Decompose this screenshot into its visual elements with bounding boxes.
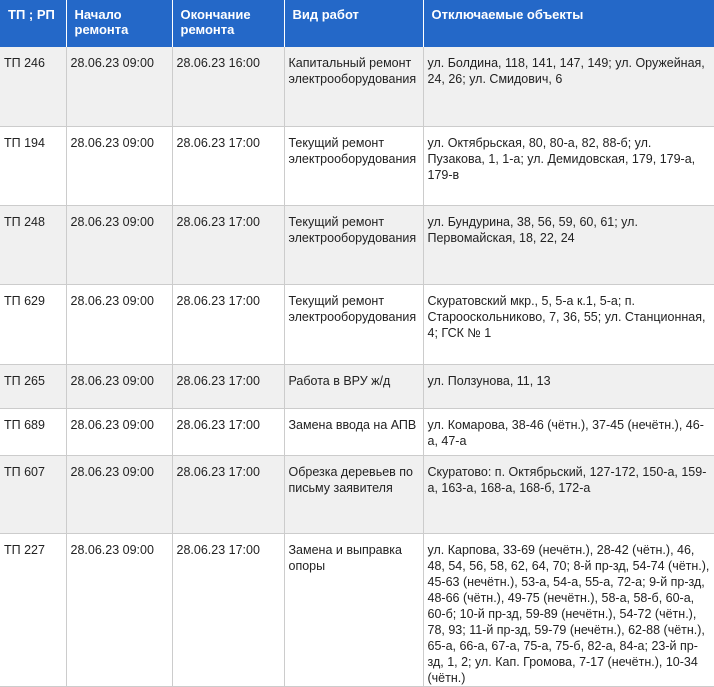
- header-objects: Отключаемые объекты: [423, 0, 714, 47]
- cell-tp: ТП 629: [0, 284, 67, 365]
- cell-tp: ТП 248: [0, 205, 67, 285]
- cell-objects: ул. Октябрьская, 80, 80-а, 82, 88-б; ул.…: [423, 126, 714, 206]
- cell-tp: ТП 265: [0, 364, 67, 409]
- cell-end: 28.06.23 17:00: [172, 408, 285, 456]
- cell-work: Обрезка деревьев по письму заявителя: [284, 455, 424, 534]
- cell-tp: ТП 246: [0, 47, 67, 127]
- header-work: Вид работ: [284, 0, 424, 47]
- cell-start: 28.06.23 09:00: [66, 126, 173, 206]
- outage-table: ТП ; РП Начало ремонта Окончание ремонта…: [0, 0, 714, 687]
- cell-end: 28.06.23 17:00: [172, 284, 285, 365]
- table-row: ТП 689 28.06.23 09:00 28.06.23 17:00 Зам…: [0, 408, 714, 456]
- table-header-row: ТП ; РП Начало ремонта Окончание ремонта…: [0, 0, 714, 47]
- cell-start: 28.06.23 09:00: [66, 205, 173, 285]
- cell-tp: ТП 607: [0, 455, 67, 534]
- cell-work: Текущий ремонт электрооборудования: [284, 126, 424, 206]
- cell-work: Текущий ремонт электрооборудования: [284, 205, 424, 285]
- cell-work: Капитальный ремонт электрооборудования: [284, 47, 424, 127]
- cell-work: Текущий ремонт электрооборудования: [284, 284, 424, 365]
- header-start: Начало ремонта: [66, 0, 173, 47]
- cell-end: 28.06.23 17:00: [172, 533, 285, 687]
- header-end: Окончание ремонта: [172, 0, 285, 47]
- cell-start: 28.06.23 09:00: [66, 408, 173, 456]
- cell-end: 28.06.23 17:00: [172, 364, 285, 409]
- table-row: ТП 194 28.06.23 09:00 28.06.23 17:00 Тек…: [0, 126, 714, 206]
- table-row: ТП 227 28.06.23 09:00 28.06.23 17:00 Зам…: [0, 533, 714, 687]
- cell-tp: ТП 689: [0, 408, 67, 456]
- cell-start: 28.06.23 09:00: [66, 364, 173, 409]
- cell-tp: ТП 194: [0, 126, 67, 206]
- cell-start: 28.06.23 09:00: [66, 47, 173, 127]
- cell-objects: ул. Карпова, 33-69 (нечётн.), 28-42 (чёт…: [423, 533, 714, 687]
- cell-end: 28.06.23 17:00: [172, 126, 285, 206]
- cell-objects: ул. Бундурина, 38, 56, 59, 60, 61; ул. П…: [423, 205, 714, 285]
- table-row: ТП 629 28.06.23 09:00 28.06.23 17:00 Тек…: [0, 284, 714, 365]
- cell-work: Замена и выправка опоры: [284, 533, 424, 687]
- cell-work: Работа в ВРУ ж/д: [284, 364, 424, 409]
- cell-objects: ул. Ползунова, 11, 13: [423, 364, 714, 409]
- header-tp: ТП ; РП: [0, 0, 67, 47]
- table-row: ТП 248 28.06.23 09:00 28.06.23 17:00 Тек…: [0, 205, 714, 285]
- cell-end: 28.06.23 17:00: [172, 205, 285, 285]
- table-row: ТП 607 28.06.23 09:00 28.06.23 17:00 Обр…: [0, 455, 714, 534]
- cell-start: 28.06.23 09:00: [66, 533, 173, 687]
- cell-start: 28.06.23 09:00: [66, 284, 173, 365]
- table-row: ТП 246 28.06.23 09:00 28.06.23 16:00 Кап…: [0, 47, 714, 127]
- cell-end: 28.06.23 16:00: [172, 47, 285, 127]
- cell-tp: ТП 227: [0, 533, 67, 687]
- cell-objects: ул. Комарова, 38-46 (чётн.), 37-45 (нечё…: [423, 408, 714, 456]
- cell-objects: Скуратовский мкр., 5, 5-а к.1, 5-а; п. С…: [423, 284, 714, 365]
- cell-start: 28.06.23 09:00: [66, 455, 173, 534]
- cell-objects: ул. Болдина, 118, 141, 147, 149; ул. Ору…: [423, 47, 714, 127]
- cell-work: Замена ввода на АПВ: [284, 408, 424, 456]
- cell-end: 28.06.23 17:00: [172, 455, 285, 534]
- cell-objects: Скуратово: п. Октябрьский, 127-172, 150-…: [423, 455, 714, 534]
- table-row: ТП 265 28.06.23 09:00 28.06.23 17:00 Раб…: [0, 364, 714, 409]
